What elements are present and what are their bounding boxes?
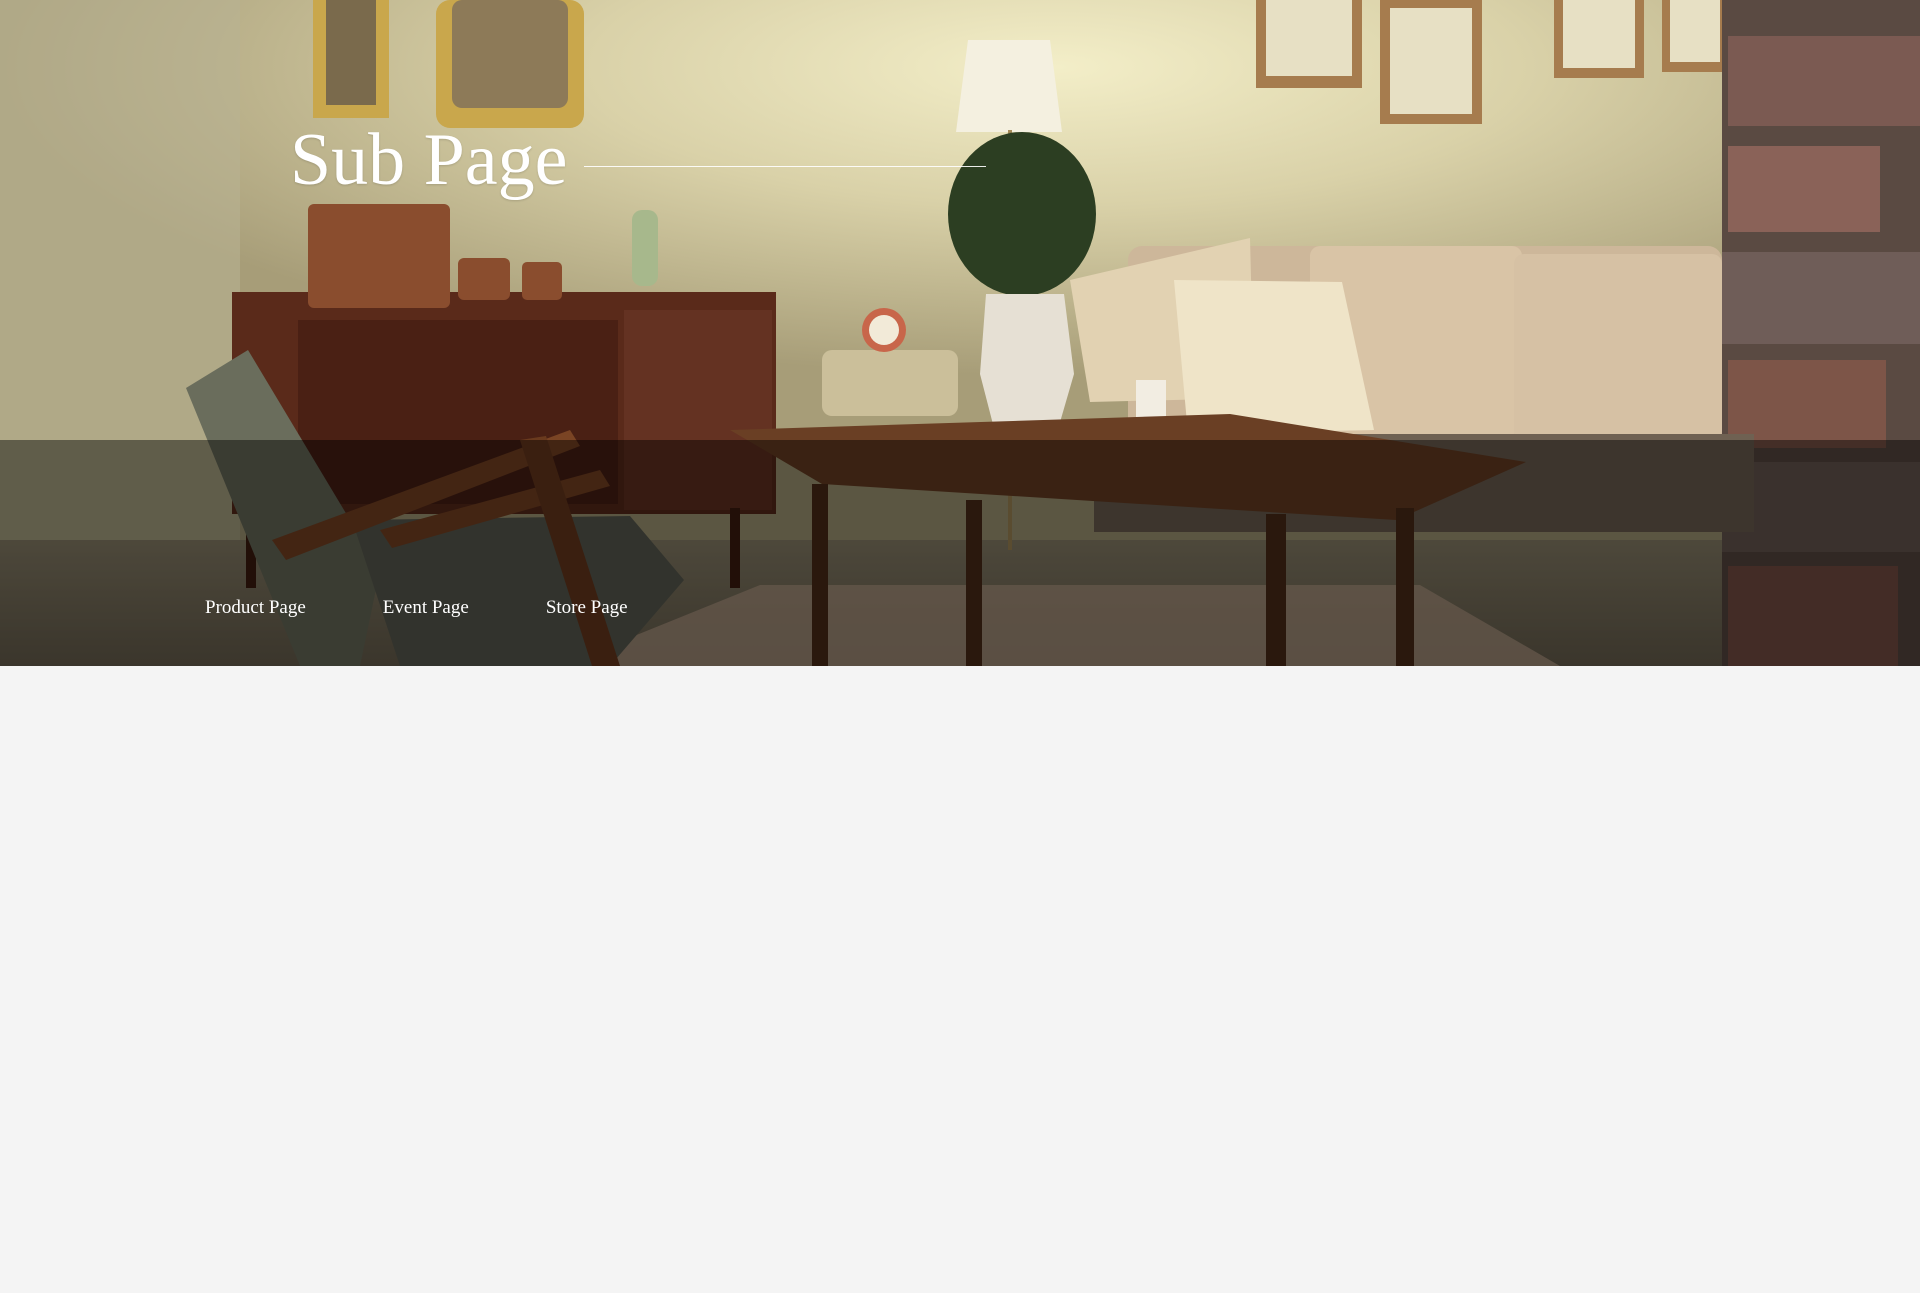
sub-navigation: Product Page Event Page Store Page: [205, 596, 628, 620]
nav-item-event-page[interactable]: Event Page: [383, 596, 469, 620]
main-content-area: [0, 666, 1920, 1293]
title-divider-line: [583, 165, 986, 167]
hero-banner: Sub Page Product Page Event Page Store P…: [0, 0, 1920, 666]
nav-overlay-band: [0, 440, 1920, 666]
nav-item-product-page[interactable]: Product Page: [205, 596, 306, 620]
nav-item-store-page[interactable]: Store Page: [546, 596, 628, 620]
page-title: Sub Page: [290, 119, 568, 201]
hero-title-row: Sub Page: [290, 118, 986, 202]
